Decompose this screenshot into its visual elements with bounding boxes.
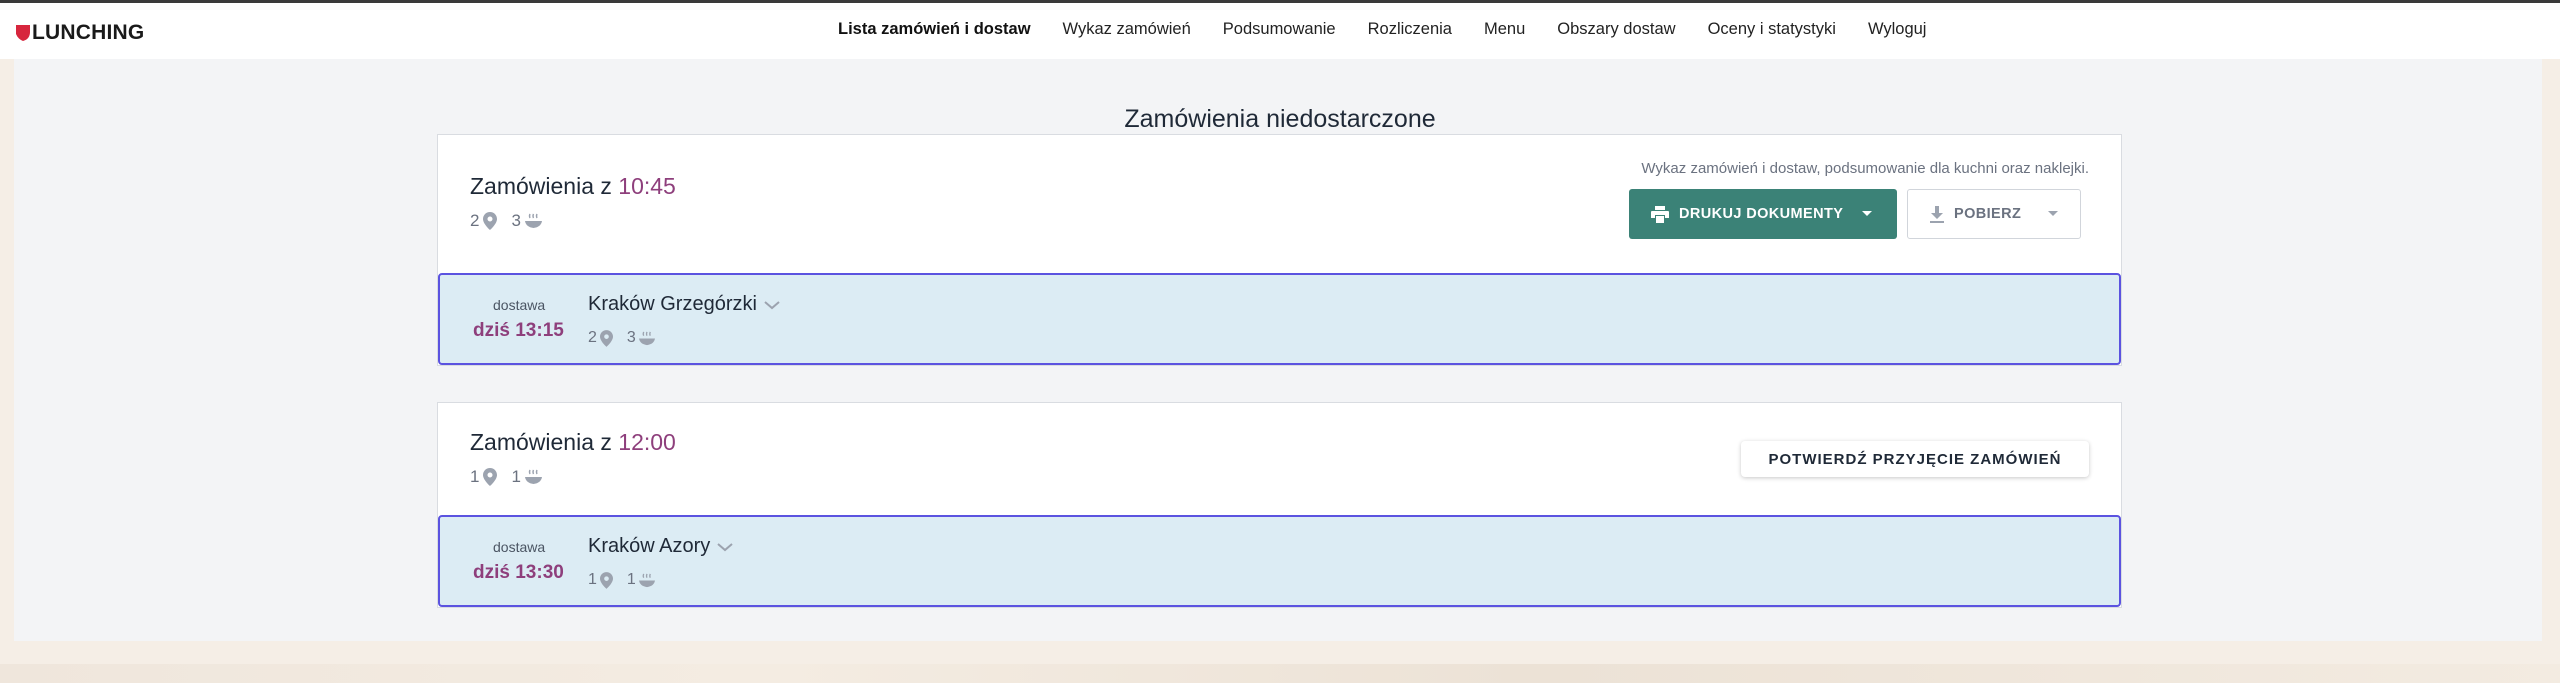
- delivery-row[interactable]: dostawa dziś 13:15 Kraków Grzegórzki 2 3: [438, 273, 2121, 365]
- order-group-counts: 2 3: [470, 211, 556, 231]
- logo-mark-icon: [16, 25, 30, 41]
- meals-count: 3: [511, 211, 521, 230]
- delivery-label: dostawa: [493, 539, 546, 555]
- delivery-label: dostawa: [493, 297, 546, 313]
- delivery-area-toggle[interactable]: Kraków Grzegórzki: [588, 293, 781, 316]
- confirm-orders-button[interactable]: POTWIERDŹ PRZYJĘCIE ZAMÓWIEŃ: [1741, 441, 2089, 477]
- chevron-down-icon: [1862, 211, 1873, 216]
- download-label: POBIERZ: [1954, 206, 2022, 222]
- map-pin-icon: [483, 468, 498, 486]
- download-icon: [1930, 205, 1944, 223]
- background-image-strip: [0, 664, 2560, 683]
- chevron-down-icon: [717, 542, 733, 551]
- page-title: Zamówienia niedostarczone: [1124, 104, 1436, 133]
- order-group-card: Zamówienia z 12:00 1 1 POTWIERDŹ PRZYJĘC…: [437, 402, 2122, 608]
- order-group-time: 10:45: [618, 173, 676, 199]
- nav-item-orders-deliveries[interactable]: Lista zamówień i dostaw: [838, 20, 1031, 39]
- meals-count: 1: [511, 467, 521, 486]
- nav-item-menu[interactable]: Menu: [1484, 20, 1525, 39]
- locations-count: 2: [470, 211, 480, 230]
- delivery-counts: 1 1: [588, 571, 669, 589]
- delivery-time: dziś 13:30: [473, 562, 564, 583]
- map-pin-icon: [599, 571, 613, 589]
- download-button[interactable]: POBIERZ: [1907, 189, 2081, 239]
- nav-item-summary[interactable]: Podsumowanie: [1223, 20, 1336, 39]
- nav-item-delivery-areas[interactable]: Obszary dostaw: [1557, 20, 1675, 39]
- map-pin-icon: [483, 212, 498, 230]
- order-group-card: Zamówienia z 10:45 2 3 Wykaz zamówień i …: [437, 134, 2122, 366]
- map-pin-icon: [599, 329, 613, 347]
- order-group-counts: 1 1: [470, 467, 556, 487]
- meals-count: 3: [626, 329, 636, 346]
- chevron-down-icon: [764, 300, 780, 309]
- main-nav: Lista zamówień i dostaw Wykaz zamówień P…: [838, 20, 1958, 39]
- locations-count: 1: [588, 571, 597, 588]
- bowl-icon: [524, 469, 542, 484]
- delivery-area-toggle[interactable]: Kraków Azory: [588, 535, 734, 558]
- print-documents-button[interactable]: DRUKUJ DOKUMENTY: [1629, 189, 1897, 239]
- chevron-down-icon: [2048, 211, 2059, 216]
- nav-item-settlements[interactable]: Rozliczenia: [1368, 20, 1452, 39]
- print-documents-label: DRUKUJ DOKUMENTY: [1679, 206, 1844, 222]
- nav-item-ratings-stats[interactable]: Oceny i statystyki: [1708, 20, 1836, 39]
- locations-count: 1: [470, 467, 480, 486]
- order-group-title: Zamówienia z 10:45: [470, 173, 676, 200]
- delivery-time: dziś 13:15: [473, 320, 564, 341]
- delivery-row[interactable]: dostawa dziś 13:30 Kraków Azory 1 1: [438, 515, 2121, 607]
- delivery-area-name: Kraków Grzegórzki: [588, 293, 757, 315]
- printer-icon: [1651, 205, 1669, 223]
- top-navbar: LUNCHING Lista zamówień i dostaw Wykaz z…: [0, 3, 2560, 59]
- documents-hint: Wykaz zamówień i dostaw, podsumowanie dl…: [1641, 160, 2089, 177]
- nav-item-orders-list[interactable]: Wykaz zamówień: [1063, 20, 1191, 39]
- brand-logo[interactable]: LUNCHING: [16, 21, 144, 45]
- bowl-icon: [638, 331, 655, 345]
- order-group-title: Zamówienia z 12:00: [470, 429, 676, 456]
- brand-name: LUNCHING: [32, 21, 145, 44]
- order-group-time: 12:00: [618, 429, 676, 455]
- nav-item-logout[interactable]: Wyloguj: [1868, 20, 1927, 39]
- order-group-title-prefix: Zamówienia z: [470, 173, 612, 199]
- delivery-area-name: Kraków Azory: [588, 535, 711, 557]
- order-group-title-prefix: Zamówienia z: [470, 429, 612, 455]
- locations-count: 2: [588, 329, 597, 346]
- bowl-icon: [638, 573, 655, 587]
- delivery-counts: 2 3: [588, 329, 669, 347]
- meals-count: 1: [626, 571, 636, 588]
- bowl-icon: [524, 213, 542, 228]
